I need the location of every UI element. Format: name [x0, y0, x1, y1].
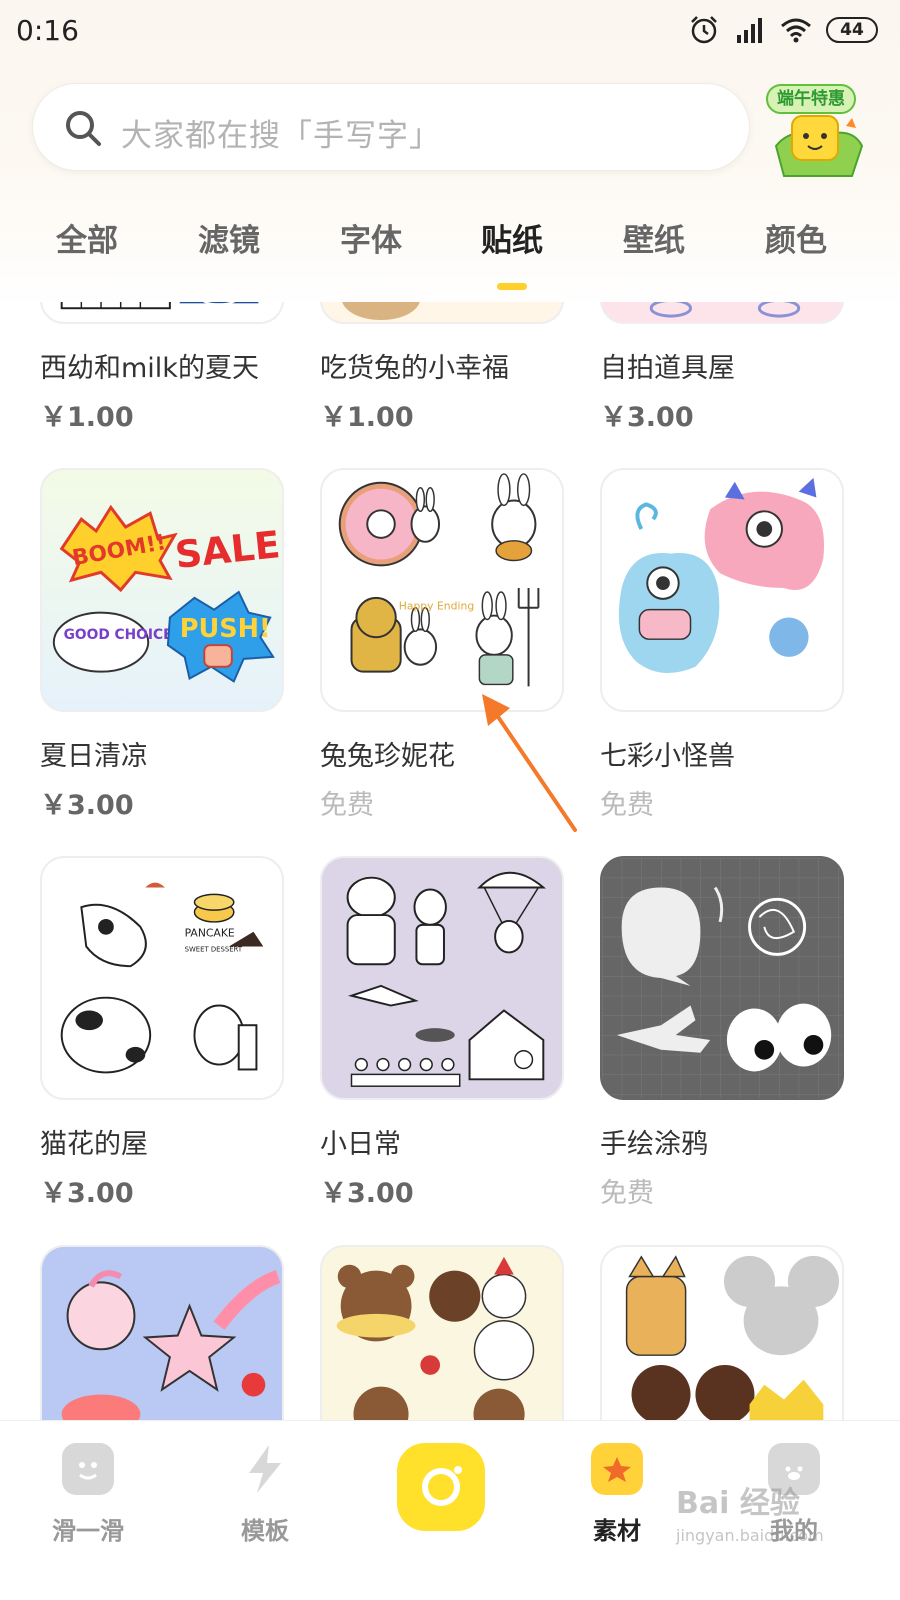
nav-label: 素材 [593, 1517, 641, 1545]
sticker-card[interactable]: 吃货兔的小幸福 ￥1.00 [320, 302, 564, 434]
sticker-thumbnail[interactable]: Happy Ending [320, 468, 564, 712]
signal-icon [737, 18, 762, 43]
tab-all[interactable]: 全部 [17, 215, 157, 260]
sticker-title: 夏日清凉 [40, 741, 148, 772]
sticker-good-choice-text: GOOD CHOICE [64, 627, 173, 643]
sticker-title: 自拍道具屋 [600, 353, 735, 384]
sticker-thumbnail[interactable]: BOOM!! SALE GOOD CHOICE PUSH! [40, 468, 284, 712]
status-icons: 44 [688, 14, 878, 46]
search-placeholder: 大家都在搜「手写字」 [121, 118, 441, 154]
sticker-preview-image [60, 302, 259, 310]
nav-swipe[interactable]: 滑一滑 [28, 1443, 148, 1546]
tab-fonts[interactable]: 字体 [301, 215, 441, 260]
watermark-main: Bai 经验 [676, 1486, 800, 1521]
sticker-preview-image [649, 302, 801, 318]
sticker-thumbnail[interactable] [600, 302, 844, 324]
sticker-preview-image [625, 1255, 840, 1420]
sticker-push-text: PUSH! [180, 614, 271, 644]
nav-materials[interactable]: 素材 [557, 1443, 677, 1546]
alarm-icon [691, 16, 717, 44]
sticker-grid[interactable]: 西幼和milk的夏天 ￥1.00 吃货兔的小幸福 ￥1.00 自拍道具屋 ￥3.… [0, 302, 900, 1420]
sticker-pancake-text: PANCAKE [185, 927, 235, 940]
nav-label: 滑一滑 [52, 1517, 124, 1545]
promo-mascot-icon [774, 115, 864, 177]
sticker-title: 七彩小怪兽 [600, 741, 735, 772]
sticker-thumbnail[interactable] [320, 1245, 564, 1420]
battery-indicator: 44 [826, 17, 878, 43]
baidu-watermark: Bai 经验 jingyan.baidu.com [676, 1478, 856, 1545]
promo-badge[interactable]: 端午特惠 [766, 80, 866, 180]
nav-label: 模板 [241, 1517, 289, 1545]
sticker-thumbnail[interactable] [320, 302, 564, 324]
sticker-card[interactable]: 手绘涂鸦 免费 [600, 856, 844, 1210]
sticker-preview-image: PANCAKE SWEET DESSERT [60, 882, 264, 1074]
search-input[interactable]: 大家都在搜「手写字」 [32, 83, 750, 171]
sticker-price: ￥1.00 [320, 402, 414, 433]
category-tabs: 全部 滤镜 字体 贴纸 壁纸 颜色 [0, 215, 900, 295]
status-bar: 0:16 44 [0, 0, 900, 62]
sticker-sweet-text: SWEET DESSERT [185, 945, 243, 953]
sticker-price: ￥3.00 [320, 1178, 414, 1209]
sticker-thumbnail[interactable] [600, 856, 844, 1100]
sticker-card[interactable] [320, 1245, 564, 1420]
wifi-icon [781, 18, 811, 43]
lightning-icon [239, 1443, 291, 1495]
sticker-preview-image: Happy Ending [338, 473, 540, 687]
tab-wallpapers[interactable]: 壁纸 [584, 215, 724, 260]
sticker-preview-image [346, 871, 546, 1087]
sticker-preview-image [61, 1269, 281, 1420]
sticker-card[interactable]: 自拍道具屋 ￥3.00 [600, 302, 844, 434]
sticker-price: ￥3.00 [40, 1178, 134, 1209]
sticker-card[interactable]: BOOM!! SALE GOOD CHOICE PUSH! 夏日清凉 ￥3.00 [40, 468, 284, 822]
sticker-thumbnail[interactable] [40, 1245, 284, 1420]
sticker-price: ￥1.00 [40, 402, 134, 433]
sticker-preview-image [336, 1256, 535, 1420]
sticker-card[interactable] [600, 1245, 844, 1420]
sticker-happy-ending-text: Happy Ending [399, 600, 474, 613]
nav-templates[interactable]: 模板 [205, 1443, 325, 1546]
promo-label: 端午特惠 [766, 84, 856, 114]
tab-colors[interactable]: 颜色 [726, 215, 866, 260]
sticker-title: 猫花的屋 [40, 1129, 148, 1160]
sticker-preview-image: BOOM!! SALE GOOD CHOICE PUSH! [52, 504, 282, 683]
sticker-preview-image [618, 477, 825, 674]
sticker-preview-image [342, 302, 420, 321]
sticker-price: ￥3.00 [600, 402, 694, 433]
sticker-card[interactable]: 西幼和milk的夏天 ￥1.00 [40, 302, 284, 434]
sticker-thumbnail[interactable] [600, 468, 844, 712]
tab-stickers[interactable]: 贴纸 [442, 215, 582, 260]
sticker-title: 小日常 [320, 1129, 401, 1160]
sticker-card[interactable]: 小日常 ￥3.00 [320, 856, 564, 1210]
sticker-card[interactable]: PANCAKE SWEET DESSERT 猫花的屋 ￥3.00 [40, 856, 284, 1210]
status-time: 0:16 [16, 14, 79, 47]
sticker-price: 免费 [600, 1178, 654, 1209]
sticker-card[interactable]: 七彩小怪兽 免费 [600, 468, 844, 822]
search-icon [66, 111, 101, 146]
sticker-title: 西幼和milk的夏天 [40, 353, 259, 384]
sticker-title: 手绘涂鸦 [600, 1129, 708, 1160]
sticker-price: ￥3.00 [40, 790, 134, 821]
sticker-thumbnail[interactable]: PANCAKE SWEET DESSERT [40, 856, 284, 1100]
sticker-thumbnail[interactable] [600, 1245, 844, 1420]
sticker-thumbnail[interactable] [40, 302, 284, 324]
sticker-thumbnail[interactable] [320, 856, 564, 1100]
smiley-icon [62, 1443, 114, 1495]
sticker-sale-text: SALE [173, 522, 282, 577]
sticker-price: 免费 [600, 790, 654, 821]
camera-button[interactable] [397, 1443, 485, 1531]
sticker-card[interactable] [40, 1245, 284, 1420]
camera-icon [422, 1466, 462, 1506]
active-tab-indicator [497, 283, 527, 290]
watermark-sub: jingyan.baidu.com [676, 1526, 824, 1545]
annotation-arrow-icon [482, 694, 577, 832]
sticker-preview-image [602, 858, 842, 1098]
sticker-title: 吃货兔的小幸福 [320, 353, 509, 384]
star-bag-icon [591, 1443, 643, 1495]
tab-filters[interactable]: 滤镜 [159, 215, 299, 260]
